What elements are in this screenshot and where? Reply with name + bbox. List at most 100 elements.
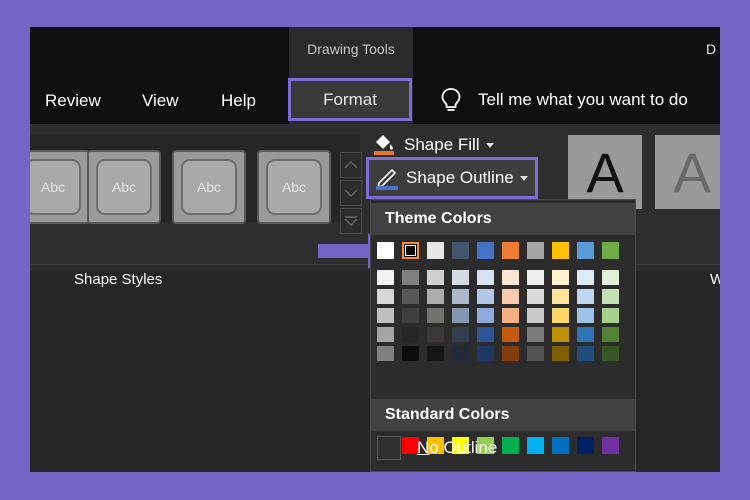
theme-shade-cell[interactable] xyxy=(527,270,544,285)
theme-shade-cell[interactable] xyxy=(402,308,419,323)
theme-shade-cell[interactable] xyxy=(427,327,444,342)
shape-style-swatch[interactable]: Abc xyxy=(172,150,246,224)
theme-shade-cell[interactable] xyxy=(477,289,494,304)
theme-color-cell[interactable] xyxy=(402,242,419,259)
shape-outline-button[interactable]: Shape Outline xyxy=(366,157,538,199)
theme-shade-cell[interactable] xyxy=(552,289,569,304)
theme-color-cell[interactable] xyxy=(552,242,569,259)
theme-shade-cell[interactable] xyxy=(427,289,444,304)
theme-shade-cell[interactable] xyxy=(377,270,394,285)
theme-shade-cell[interactable] xyxy=(552,346,569,361)
tab-review[interactable]: Review xyxy=(45,91,101,111)
tab-view[interactable]: View xyxy=(142,91,179,111)
theme-shade-cell[interactable] xyxy=(402,270,419,285)
shape-style-swatch-label: Abc xyxy=(181,159,237,215)
shape-styles-gallery: Abc Abc Abc Abc xyxy=(30,134,362,234)
shape-style-swatch-label: Abc xyxy=(266,159,322,215)
theme-shade-cell[interactable] xyxy=(602,270,619,285)
theme-color-cell[interactable] xyxy=(577,242,594,259)
theme-shade-cell[interactable] xyxy=(577,327,594,342)
theme-shade-cell[interactable] xyxy=(402,289,419,304)
theme-shade-cell[interactable] xyxy=(602,327,619,342)
theme-colors-header: Theme Colors xyxy=(371,203,635,235)
shape-style-swatch-label: Abc xyxy=(96,159,152,215)
standard-color-cell[interactable] xyxy=(602,437,619,454)
theme-color-cell[interactable] xyxy=(427,242,444,259)
shape-style-swatch[interactable]: Abc xyxy=(87,150,161,224)
theme-shade-cell[interactable] xyxy=(527,308,544,323)
theme-shade-cell[interactable] xyxy=(427,346,444,361)
theme-shade-cell[interactable] xyxy=(377,346,394,361)
tell-me-search[interactable]: Tell me what you want to do xyxy=(440,87,688,113)
theme-shade-cell[interactable] xyxy=(477,270,494,285)
theme-shade-cell[interactable] xyxy=(502,346,519,361)
shape-fill-button[interactable]: Shape Fill xyxy=(372,133,494,157)
gallery-scroll-down-button[interactable] xyxy=(340,180,362,206)
theme-shade-cell[interactable] xyxy=(527,289,544,304)
theme-shade-cell[interactable] xyxy=(602,346,619,361)
theme-shade-cell[interactable] xyxy=(502,308,519,323)
theme-shade-cell[interactable] xyxy=(527,346,544,361)
theme-shade-cell[interactable] xyxy=(452,327,469,342)
theme-shade-cell[interactable] xyxy=(577,270,594,285)
theme-color-cell[interactable] xyxy=(527,242,544,259)
title-bar: Drawing Tools D Review View Help Format … xyxy=(30,27,720,124)
theme-shade-cell[interactable] xyxy=(452,308,469,323)
shape-style-swatch[interactable]: Abc xyxy=(30,150,90,224)
theme-color-cell[interactable] xyxy=(602,242,619,259)
theme-shade-cell[interactable] xyxy=(477,308,494,323)
theme-shade-cell[interactable] xyxy=(502,327,519,342)
theme-shade-cell[interactable] xyxy=(377,308,394,323)
theme-shade-cell[interactable] xyxy=(602,289,619,304)
tab-help[interactable]: Help xyxy=(221,91,256,111)
theme-shade-cell[interactable] xyxy=(377,289,394,304)
standard-color-cell[interactable] xyxy=(577,437,594,454)
shape-style-swatch[interactable]: Abc xyxy=(257,150,331,224)
theme-shade-cell[interactable] xyxy=(377,327,394,342)
no-outline-label: o Outline xyxy=(429,438,498,457)
theme-shade-cell[interactable] xyxy=(502,270,519,285)
theme-shade-cell[interactable] xyxy=(552,327,569,342)
tell-me-text: Tell me what you want to do xyxy=(478,90,688,109)
pencil-icon xyxy=(376,168,398,190)
no-outline-option[interactable]: No Outline xyxy=(377,436,497,460)
gallery-scroll-up-button[interactable] xyxy=(340,152,362,178)
no-outline-swatch xyxy=(377,436,401,460)
theme-shade-cell[interactable] xyxy=(577,346,594,361)
contextual-tab-title: Drawing Tools xyxy=(307,41,395,57)
theme-color-cell[interactable] xyxy=(477,242,494,259)
theme-shade-cell[interactable] xyxy=(452,270,469,285)
theme-shade-cell[interactable] xyxy=(602,308,619,323)
theme-color-cell[interactable] xyxy=(452,242,469,259)
wordart-style-swatch[interactable]: A xyxy=(568,135,642,209)
theme-shade-cell[interactable] xyxy=(452,289,469,304)
standard-color-cell[interactable] xyxy=(552,437,569,454)
theme-shade-cell[interactable] xyxy=(577,308,594,323)
theme-shade-cell[interactable] xyxy=(427,308,444,323)
theme-shade-cell[interactable] xyxy=(427,270,444,285)
wordart-style-swatch[interactable]: A xyxy=(655,135,720,209)
shape-outline-label: Shape Outline xyxy=(406,168,514,187)
theme-shade-cell[interactable] xyxy=(502,289,519,304)
group-label-wordart: W xyxy=(710,271,720,288)
theme-shade-cell[interactable] xyxy=(402,327,419,342)
theme-color-cell[interactable] xyxy=(502,242,519,259)
app-window: Drawing Tools D Review View Help Format … xyxy=(30,27,720,472)
theme-shade-cell[interactable] xyxy=(577,289,594,304)
theme-shade-cell[interactable] xyxy=(452,346,469,361)
theme-shade-cell[interactable] xyxy=(552,308,569,323)
standard-color-cell[interactable] xyxy=(527,437,544,454)
chevron-up-icon xyxy=(344,161,358,169)
more-icon xyxy=(344,216,358,226)
tab-format[interactable]: Format xyxy=(288,78,412,121)
theme-shade-cell[interactable] xyxy=(552,270,569,285)
theme-color-cell[interactable] xyxy=(377,242,394,259)
standard-color-cell[interactable] xyxy=(502,437,519,454)
theme-shade-cell[interactable] xyxy=(527,327,544,342)
theme-shade-cell[interactable] xyxy=(477,327,494,342)
gallery-scroll xyxy=(340,144,362,234)
paint-bucket-icon xyxy=(374,135,394,155)
theme-shade-cell[interactable] xyxy=(477,346,494,361)
shape-style-swatch-label: Abc xyxy=(30,159,81,215)
theme-shade-cell[interactable] xyxy=(402,346,419,361)
